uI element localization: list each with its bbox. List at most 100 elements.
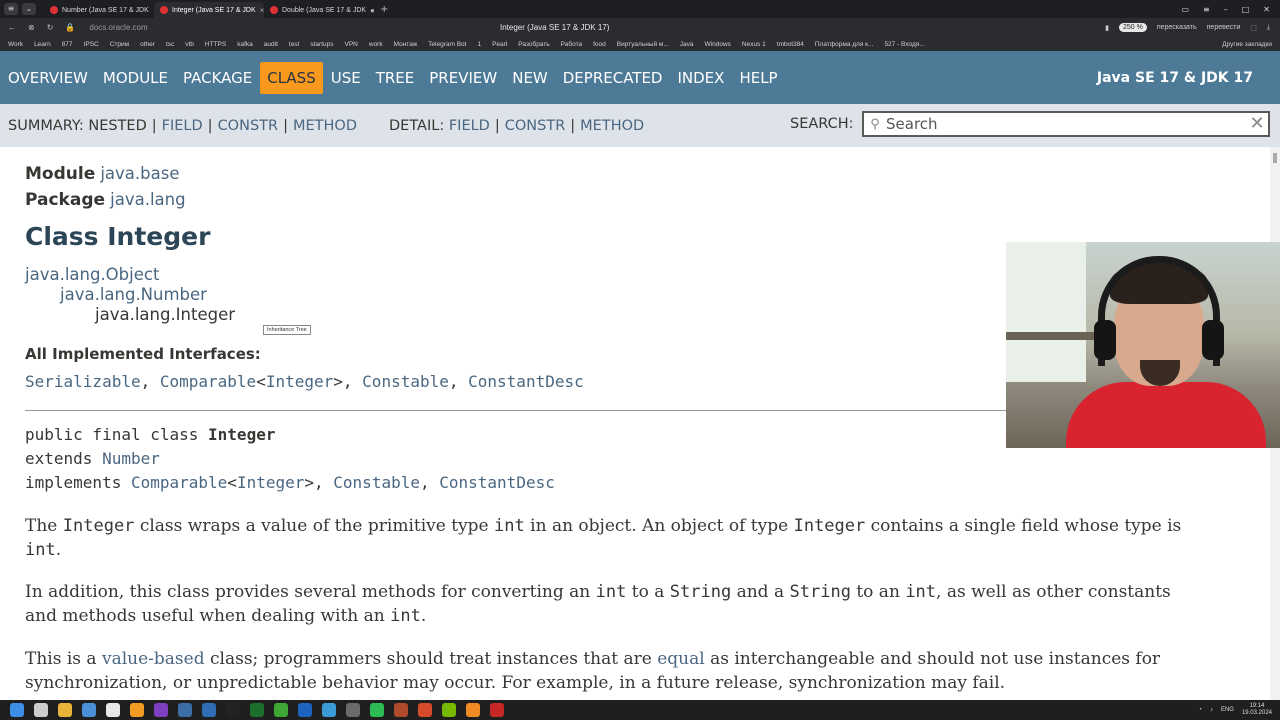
impl-comparable-param-link[interactable]: Integer bbox=[237, 473, 304, 492]
bookmark-item[interactable]: 527 - Входя... bbox=[884, 41, 924, 48]
bookmark-item[interactable]: food bbox=[593, 41, 606, 48]
nav-new[interactable]: NEW bbox=[505, 62, 555, 94]
menu-icon[interactable]: ≡ bbox=[1203, 5, 1210, 14]
app-icon[interactable] bbox=[418, 703, 432, 717]
new-tab-icon[interactable]: + bbox=[380, 4, 388, 15]
nav-package[interactable]: PACKAGE bbox=[176, 62, 259, 94]
bookmark-item[interactable]: other bbox=[140, 41, 155, 48]
stop-icon[interactable]: ⊗ bbox=[28, 23, 35, 32]
extends-number-link[interactable]: Number bbox=[102, 449, 160, 468]
app-icon[interactable] bbox=[202, 703, 216, 717]
extension-icon[interactable]: ⬚ bbox=[1250, 24, 1257, 32]
interface-constantdesc-link[interactable]: ConstantDesc bbox=[468, 372, 584, 391]
summary-constr-link[interactable]: CONSTR bbox=[218, 118, 279, 134]
impl-constantdesc-link[interactable]: ConstantDesc bbox=[439, 473, 555, 492]
nav-index[interactable]: INDEX bbox=[670, 62, 731, 94]
bookmark-item[interactable]: Разобрать bbox=[518, 41, 549, 48]
bookmark-item[interactable]: Windows bbox=[705, 41, 731, 48]
bookmark-item[interactable]: Монтаж bbox=[394, 41, 418, 48]
app-icon[interactable] bbox=[322, 703, 336, 717]
reload-icon[interactable]: ↻ bbox=[47, 23, 54, 32]
impl-constable-link[interactable]: Constable bbox=[333, 473, 420, 492]
bookmark-item[interactable]: Work bbox=[8, 41, 23, 48]
bookmark-panel-icon[interactable]: ▭ bbox=[1181, 5, 1189, 14]
browser-menu-icon[interactable]: ≡ bbox=[4, 3, 18, 15]
close-window-icon[interactable]: ✕ bbox=[1263, 5, 1270, 14]
nav-module[interactable]: MODULE bbox=[96, 62, 175, 94]
equal-link[interactable]: equal bbox=[657, 649, 704, 669]
maximize-icon[interactable]: □ bbox=[1242, 5, 1250, 14]
value-based-link[interactable]: value-based bbox=[102, 649, 205, 669]
calendar-icon[interactable] bbox=[82, 703, 96, 717]
back-icon[interactable]: ← bbox=[8, 23, 16, 32]
bookmark-item[interactable]: vtb bbox=[185, 41, 194, 48]
summary-method-link[interactable]: METHOD bbox=[293, 118, 357, 134]
downloads-icon[interactable]: ⤓ bbox=[1267, 24, 1270, 32]
whatsapp-icon[interactable] bbox=[370, 703, 384, 717]
bookmark-item[interactable]: kafka bbox=[237, 41, 253, 48]
detail-constr-link[interactable]: CONSTR bbox=[505, 118, 566, 134]
minimize-icon[interactable]: – bbox=[1224, 5, 1228, 14]
tab-double[interactable]: Double (Java SE 17 & JDK ● bbox=[264, 2, 374, 18]
bookmark-item[interactable]: IPSC bbox=[84, 41, 99, 48]
interface-serializable-link[interactable]: Serializable bbox=[25, 372, 141, 391]
bookmark-item[interactable]: startups bbox=[310, 41, 333, 48]
editor-icon[interactable] bbox=[274, 703, 288, 717]
start-icon[interactable] bbox=[10, 703, 24, 717]
bookmark-item[interactable]: tmbot384 bbox=[777, 41, 804, 48]
tab-integer[interactable]: Integer (Java SE 17 & JDK × bbox=[154, 2, 264, 18]
module-link[interactable]: java.base bbox=[100, 164, 179, 183]
bookmark-item[interactable]: Telegram Bot bbox=[428, 41, 466, 48]
search-icon[interactable] bbox=[34, 703, 48, 717]
url-field[interactable]: docs.oracle.com bbox=[89, 23, 147, 32]
bookmark-item[interactable]: Стрим bbox=[110, 41, 129, 48]
bookmark-item[interactable]: VPN bbox=[345, 41, 358, 48]
yandex-browser-icon[interactable] bbox=[106, 703, 120, 717]
bookmark-item[interactable]: Работа bbox=[561, 41, 582, 48]
bookmark-icon[interactable]: ▮ bbox=[1105, 24, 1109, 32]
terminal-icon[interactable] bbox=[226, 703, 240, 717]
language-indicator[interactable]: ENG bbox=[1221, 707, 1234, 713]
zoom-badge[interactable]: 250 % bbox=[1118, 23, 1147, 32]
app-icon[interactable] bbox=[490, 703, 504, 717]
interface-comparable-link[interactable]: Comparable bbox=[160, 372, 256, 391]
bookmark-item[interactable]: Learn bbox=[34, 41, 51, 48]
wifi-icon[interactable]: ◔ bbox=[1198, 707, 1202, 713]
nav-class[interactable]: CLASS bbox=[260, 61, 323, 94]
nav-tree[interactable]: TREE bbox=[369, 62, 422, 94]
tabs-overview-icon[interactable]: ⌄ bbox=[22, 3, 36, 15]
bookmark-item[interactable]: tsc bbox=[166, 41, 174, 48]
retell-extension[interactable]: пересказать bbox=[1157, 24, 1197, 31]
nav-deprecated[interactable]: DEPRECATED bbox=[556, 62, 670, 94]
bookmark-item[interactable]: Виртуальный м... bbox=[617, 41, 669, 48]
package-link[interactable]: java.lang bbox=[110, 190, 185, 209]
steam-icon[interactable] bbox=[178, 703, 192, 717]
file-explorer-icon[interactable] bbox=[58, 703, 72, 717]
app-icon[interactable] bbox=[346, 703, 360, 717]
vlc-icon[interactable] bbox=[466, 703, 480, 717]
inheritance-number-link[interactable]: java.lang.Number bbox=[60, 285, 207, 304]
tab-dot-icon[interactable]: ● bbox=[370, 6, 374, 15]
media-player-icon[interactable] bbox=[250, 703, 264, 717]
bookmark-item[interactable]: HTTPS bbox=[205, 41, 226, 48]
nav-help[interactable]: HELP bbox=[732, 62, 784, 94]
bookmark-item[interactable]: Платформа для к... bbox=[815, 41, 874, 48]
nav-preview[interactable]: PREVIEW bbox=[422, 62, 504, 94]
bookmark-item[interactable]: work bbox=[369, 41, 383, 48]
bookmark-item[interactable]: Nexus 1 bbox=[742, 41, 766, 48]
detail-field-link[interactable]: FIELD bbox=[449, 118, 490, 134]
search-input[interactable] bbox=[886, 113, 1246, 135]
interface-comparable-param-link[interactable]: Integer bbox=[266, 372, 333, 391]
interface-constable-link[interactable]: Constable bbox=[362, 372, 449, 391]
sublime-icon[interactable] bbox=[130, 703, 144, 717]
inheritance-object-link[interactable]: java.lang.Object bbox=[25, 265, 159, 284]
bookmark-item[interactable]: test bbox=[289, 41, 299, 48]
detail-method-link[interactable]: METHOD bbox=[580, 118, 644, 134]
bookmark-item[interactable]: 1 bbox=[477, 41, 481, 48]
outlook-icon[interactable] bbox=[298, 703, 312, 717]
tab-number[interactable]: Number (Java SE 17 & JDK bbox=[44, 2, 154, 18]
clock[interactable]: 19:14 19.03.2024 bbox=[1242, 703, 1272, 717]
translate-extension[interactable]: перевести bbox=[1207, 24, 1241, 31]
nav-use[interactable]: USE bbox=[324, 62, 368, 94]
scrollbar-thumb[interactable] bbox=[1273, 153, 1277, 163]
